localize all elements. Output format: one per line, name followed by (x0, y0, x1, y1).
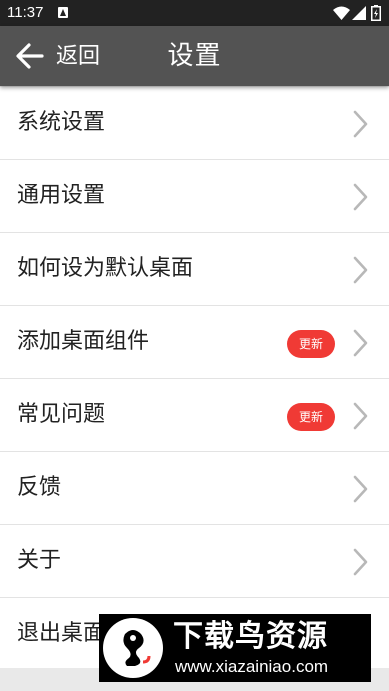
watermark: 下载鸟资源 www.xiazainiao.com (99, 614, 371, 682)
status-time: 11:37 (7, 4, 44, 21)
wifi-icon (333, 6, 350, 20)
item-label: 系统设置 (17, 110, 106, 135)
settings-item-general[interactable]: 通用设置 (0, 160, 389, 233)
page-title: 设置 (167, 41, 222, 71)
settings-item-default-launcher[interactable]: 如何设为默认桌面 (0, 233, 389, 306)
item-label: 反馈 (17, 475, 62, 500)
settings-item-feedback[interactable]: 反馈 (0, 452, 389, 525)
battery-icon (371, 5, 381, 21)
settings-item-system[interactable]: 系统设置 (0, 87, 389, 160)
chevron-right-icon (353, 329, 368, 357)
settings-list: 系统设置 通用设置 如何设为默认桌面 添加桌面组件 更新 常见问题 更新 反馈 (0, 87, 389, 671)
chevron-right-icon (353, 110, 368, 138)
chevron-right-icon (353, 183, 368, 211)
watermark-name: 下载鸟资源 (173, 619, 328, 654)
bird-logo-icon (103, 618, 163, 678)
update-badge: 更新 (287, 330, 335, 358)
settings-item-faq[interactable]: 常见问题 更新 (0, 379, 389, 452)
chevron-right-icon (353, 256, 368, 284)
item-label: 退出桌面 (17, 621, 106, 646)
item-label: 常见问题 (17, 402, 106, 427)
item-label: 关于 (17, 548, 62, 573)
watermark-url: www.xiazainiao.com (175, 657, 329, 676)
notification-icon (58, 7, 68, 18)
status-bar: 11:37 (0, 0, 389, 26)
settings-item-add-widget[interactable]: 添加桌面组件 更新 (0, 306, 389, 379)
chevron-right-icon (353, 402, 368, 430)
item-label: 如何设为默认桌面 (17, 256, 194, 281)
item-label: 添加桌面组件 (17, 329, 150, 354)
app-bar: 返回 设置 (0, 26, 389, 86)
item-label: 通用设置 (17, 183, 106, 208)
update-badge: 更新 (287, 403, 335, 431)
settings-item-about[interactable]: 关于 (0, 525, 389, 598)
chevron-right-icon (353, 548, 368, 576)
chevron-right-icon (353, 475, 368, 503)
signal-icon (352, 6, 366, 20)
